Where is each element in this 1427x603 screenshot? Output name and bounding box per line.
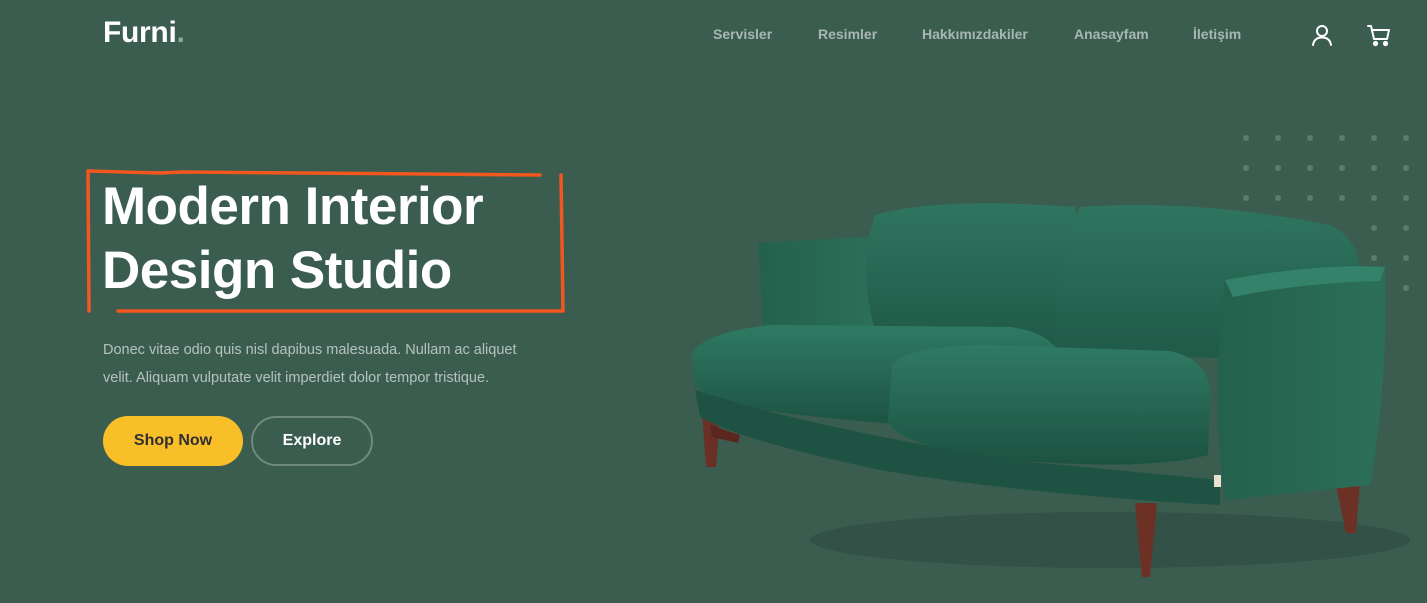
hero-description: Donec vitae odio quis nisl dapibus males… bbox=[103, 342, 517, 386]
hero-section: Furni. Servisler Resimler Hakkımızdakile… bbox=[0, 0, 1427, 603]
explore-button[interactable]: Explore bbox=[251, 416, 373, 466]
sofa-image bbox=[692, 203, 1410, 577]
brand-dot: . bbox=[176, 16, 185, 49]
nav-link-resimler[interactable]: Resimler bbox=[818, 26, 877, 42]
user-icon[interactable] bbox=[1309, 22, 1335, 48]
nav-link-anasayfam[interactable]: Anasayfam bbox=[1074, 26, 1149, 42]
nav-link-servisler[interactable]: Servisler bbox=[713, 26, 772, 42]
nav-link-iletisim[interactable]: İletişim bbox=[1193, 26, 1241, 42]
brand-name: Furni bbox=[103, 16, 177, 49]
nav-link-hakkimizdakiler[interactable]: Hakkımızdakiler bbox=[922, 26, 1028, 42]
brand-logo[interactable]: Furni. bbox=[103, 16, 185, 50]
hero-title: Modern Interior Design Studio bbox=[102, 175, 562, 303]
cart-icon[interactable] bbox=[1366, 22, 1392, 48]
hero-title-line-2: Design Studio bbox=[102, 241, 452, 300]
shop-now-button[interactable]: Shop Now bbox=[103, 416, 243, 466]
hero-title-line-1: Modern Interior bbox=[102, 177, 484, 236]
